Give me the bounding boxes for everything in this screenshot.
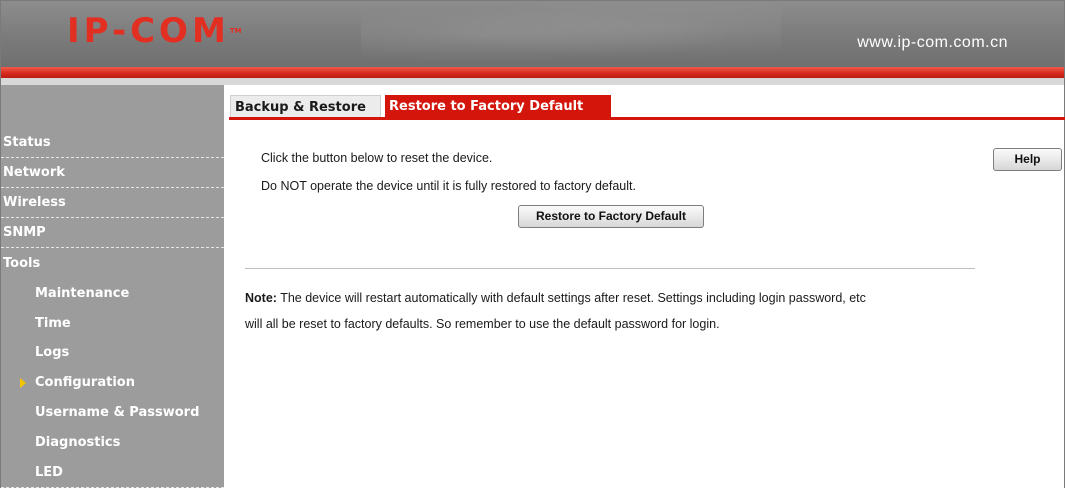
instruction-line-2: Do NOT operate the device until it is fu…: [261, 179, 636, 193]
note-text-1: The device will restart automatically wi…: [280, 291, 866, 305]
sidebar-item-label: Network: [3, 165, 65, 180]
sidebar-item-label: Time: [35, 316, 71, 331]
header: IP-COMTM www.ip-com.com.cn: [1, 1, 1064, 67]
sidebar-item-label: SNMP: [3, 225, 46, 240]
sidebar: Status Network Wireless SNMP Tools Maint…: [1, 85, 224, 488]
header-red-band: [1, 67, 1064, 78]
header-sub-band: [1, 78, 1064, 85]
sidebar-item-snmp[interactable]: SNMP: [1, 218, 224, 248]
sidebar-item-label: Configuration: [35, 375, 135, 390]
sidebar-item-time[interactable]: Time: [1, 309, 224, 339]
sidebar-item-logs[interactable]: Logs: [1, 338, 224, 368]
world-map-background: [361, 3, 781, 67]
site-url: www.ip-com.com.cn: [857, 34, 1008, 51]
tab-restore-factory-default[interactable]: Restore to Factory Default: [385, 95, 611, 118]
note-line-2: will all be reset to factory defaults. S…: [245, 317, 720, 331]
note-label: Note:: [245, 291, 277, 305]
sidebar-item-wireless[interactable]: Wireless: [1, 188, 224, 218]
sidebar-item-tools[interactable]: Tools: [1, 249, 224, 279]
sidebar-item-status[interactable]: Status: [1, 128, 224, 158]
selected-arrow-icon: [20, 378, 26, 388]
sidebar-item-network[interactable]: Network: [1, 158, 224, 188]
sidebar-item-label: Tools: [3, 256, 41, 271]
content-divider: [245, 268, 975, 269]
brand-logo: IP-COMTM: [67, 11, 242, 51]
sidebar-item-label: Username & Password: [35, 405, 200, 420]
note-line-1: Note: The device will restart automatica…: [245, 291, 866, 305]
sidebar-item-label: Diagnostics: [35, 435, 121, 450]
help-button[interactable]: Help: [993, 148, 1062, 171]
sidebar-item-label: Logs: [35, 345, 70, 360]
sidebar-item-label: LED: [35, 465, 63, 480]
sidebar-item-label: Wireless: [3, 195, 66, 210]
tab-underline: [229, 117, 1065, 120]
main-content: [224, 85, 1064, 488]
instruction-line-1: Click the button below to reset the devi…: [261, 151, 493, 165]
sidebar-item-username-password[interactable]: Username & Password: [1, 398, 224, 428]
sidebar-item-configuration[interactable]: Configuration: [1, 368, 224, 398]
sidebar-item-diagnostics[interactable]: Diagnostics: [1, 428, 224, 458]
sidebar-item-led[interactable]: LED: [1, 458, 224, 488]
sidebar-item-label: Status: [3, 135, 51, 150]
tab-backup-restore[interactable]: Backup & Restore: [230, 95, 381, 118]
sidebar-item-label: Maintenance: [35, 286, 130, 301]
restore-factory-default-button[interactable]: Restore to Factory Default: [518, 205, 704, 228]
sidebar-item-maintenance[interactable]: Maintenance: [1, 279, 224, 309]
